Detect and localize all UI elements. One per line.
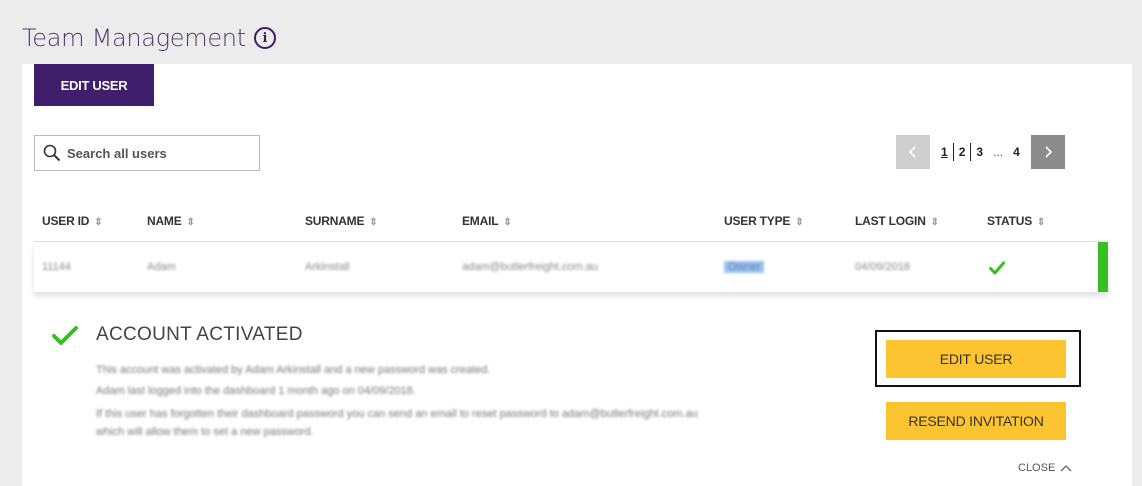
close-details-link[interactable]: CLOSE: [1018, 462, 1072, 474]
column-label: USER TYPE: [724, 214, 791, 228]
column-label: SURNAME: [305, 214, 365, 228]
column-header-surname[interactable]: SURNAME ⇕: [305, 214, 378, 228]
cell-user-id: 11144: [42, 261, 71, 273]
info-icon[interactable]: i: [253, 27, 276, 49]
page-link-3[interactable]: 3: [971, 145, 988, 159]
chevron-up-icon: [1060, 465, 1072, 472]
sort-icon: ⇕: [1037, 217, 1046, 228]
table-header: USER ID ⇕ NAME ⇕ SURNAME ⇕ EMAIL ⇕ USER TYPE…: [34, 210, 1102, 242]
column-label: STATUS: [987, 214, 1033, 228]
sort-icon: ⇕: [930, 217, 939, 228]
sort-icon: ⇕: [186, 217, 195, 228]
column-header-user-id[interactable]: USER ID ⇕: [42, 214, 103, 228]
account-detail-line: This account was activated by Adam Arkin…: [96, 364, 491, 376]
account-detail-line: which will allow them to set a new passw…: [96, 426, 314, 438]
column-label: LAST LOGIN: [855, 214, 926, 228]
column-label: NAME: [147, 214, 182, 228]
resend-invitation-button[interactable]: RESEND INVITATION: [886, 402, 1066, 440]
column-header-last-login[interactable]: LAST LOGIN ⇕: [855, 214, 939, 228]
search-icon: [43, 144, 61, 162]
pagination: 1 2 3 ... 4: [896, 135, 1065, 169]
table-row[interactable]: 11144 Adam Arkinstall adam@butlerfreight…: [34, 242, 1108, 292]
page-link-1[interactable]: 1: [936, 145, 953, 159]
check-icon: [989, 261, 1005, 275]
page-link-4[interactable]: 4: [1008, 145, 1025, 159]
sort-icon: ⇕: [795, 217, 804, 228]
team-panel: EDIT USER 1 2 3 ... 4 USER ID ⇕ NAME ⇕ SUR…: [22, 64, 1132, 486]
edit-user-detail-button[interactable]: EDIT USER: [886, 340, 1066, 378]
search-box[interactable]: [34, 135, 260, 171]
cell-user-type: Owner: [724, 261, 765, 273]
page-title-text: Team Management: [22, 24, 246, 52]
cell-surname: Arkinstall: [305, 261, 350, 273]
column-header-user-type[interactable]: USER TYPE ⇕: [724, 214, 804, 228]
close-label: CLOSE: [1018, 462, 1056, 474]
sort-icon: ⇕: [369, 217, 378, 228]
check-icon: [52, 326, 78, 345]
account-status-title: ACCOUNT ACTIVATED: [96, 324, 303, 345]
edit-user-button[interactable]: EDIT USER: [34, 64, 154, 106]
account-detail-line: If this user has forgotten their dashboa…: [96, 408, 698, 420]
column-label: USER ID: [42, 214, 90, 228]
next-page-button[interactable]: [1030, 135, 1065, 169]
cell-last-login: 04/09/2018: [855, 261, 911, 273]
search-input[interactable]: [67, 145, 247, 161]
cell-email: adam@butlerfreight.com.au: [462, 261, 598, 273]
column-label: EMAIL: [462, 214, 499, 228]
chevron-left-icon: [908, 146, 916, 158]
page-link-2[interactable]: 2: [954, 145, 971, 159]
sort-icon: ⇕: [503, 217, 512, 228]
cell-name: Adam: [147, 261, 176, 273]
chevron-right-icon: [1045, 146, 1052, 158]
page-ellipsis: ...: [993, 145, 1004, 159]
column-header-status[interactable]: STATUS ⇕: [987, 214, 1045, 228]
prev-page-button[interactable]: [896, 135, 930, 169]
page-title: Team Management i: [22, 24, 276, 52]
column-header-email[interactable]: EMAIL ⇕: [462, 214, 512, 228]
column-header-name[interactable]: NAME ⇕: [147, 214, 195, 228]
sort-icon: ⇕: [94, 217, 103, 228]
account-detail-line: Adam last logged into the dashboard 1 mo…: [96, 385, 416, 397]
